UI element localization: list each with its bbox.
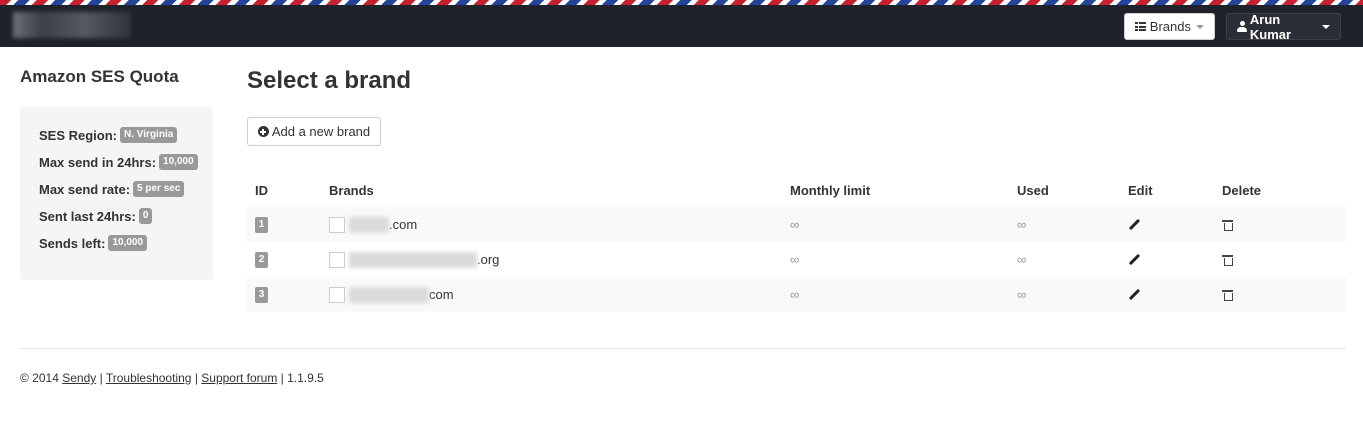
plus-circle-icon [257, 126, 269, 137]
user-menu-button[interactable]: Arun Kumar [1226, 11, 1341, 42]
quota-row-max-send: Max send in 24hrs: 10,000 [39, 154, 198, 170]
quota-row-sends-left: Sends left: 10,000 [39, 235, 148, 251]
brand-name-suffix: .com [389, 217, 418, 232]
sendy-link[interactable]: Sendy [62, 371, 96, 385]
quota-row-send-rate: Max send rate: 5 per sec [39, 181, 185, 197]
id-badge: 2 [255, 251, 268, 268]
quota-badge: N. Virginia [120, 127, 178, 143]
brand-name-suffix: .org [477, 252, 500, 267]
monthly-limit: ∞ [790, 217, 800, 232]
brands-table: ID Brands Monthly limit Used Edit Delete… [247, 175, 1346, 312]
quota-row-sent-last: Sent last 24hrs: 0 [39, 208, 153, 224]
header-used: Used [1017, 183, 1049, 198]
trash-icon[interactable] [1222, 289, 1233, 301]
quota-label: Max send in 24hrs: [39, 154, 157, 170]
airmail-stripe [0, 0, 1363, 5]
table-row: 3 com ∞ ∞ [247, 277, 1346, 312]
troubleshooting-link[interactable]: Troubleshooting [106, 371, 192, 385]
redacted-brand-name [349, 286, 429, 303]
brands-dropdown-label: Brands [1149, 19, 1191, 34]
brands-dropdown-button[interactable]: Brands [1124, 13, 1215, 40]
header-delete: Delete [1222, 183, 1262, 198]
logo[interactable] [13, 12, 131, 38]
caret-down-icon [1322, 24, 1330, 29]
id-badge: 1 [255, 216, 268, 233]
quota-label: Max send rate: [39, 181, 131, 197]
support-forum-link[interactable]: Support forum [201, 371, 277, 385]
quota-badge: 0 [138, 208, 153, 224]
quota-label: Sends left: [39, 235, 106, 251]
table-header: ID Brands Monthly limit Used Edit Delete [247, 175, 1346, 207]
table-row: 1 .com ∞ ∞ [247, 207, 1346, 242]
footer: © 2014 Sendy | Troubleshooting | Support… [20, 371, 324, 385]
page-title: Select a brand [247, 67, 412, 94]
caret-down-icon [1196, 24, 1204, 29]
header-brands: Brands [329, 183, 374, 198]
version-text: | 1.1.9.5 [280, 371, 324, 385]
used-count: ∞ [1017, 252, 1027, 267]
quota-label: Sent last 24hrs: [39, 208, 136, 224]
trash-icon[interactable] [1222, 254, 1233, 266]
add-brand-button[interactable]: Add a new brand [247, 117, 381, 146]
quota-badge: 10,000 [108, 235, 148, 251]
pencil-icon[interactable] [1128, 254, 1140, 266]
footer-divider [20, 348, 1346, 349]
copyright-text: © 2014 [20, 371, 59, 385]
redacted-brand-name [349, 251, 477, 268]
monthly-limit: ∞ [790, 252, 800, 267]
sidebar-title: Amazon SES Quota [20, 67, 179, 86]
quota-badge: 10,000 [159, 154, 198, 170]
user-name: Arun Kumar [1249, 11, 1292, 42]
add-brand-label: Add a new brand [271, 124, 371, 139]
header-edit: Edit [1128, 183, 1153, 198]
separator: | [194, 371, 198, 385]
used-count: ∞ [1017, 217, 1027, 232]
monthly-limit: ∞ [790, 287, 800, 302]
brand-link[interactable]: .org [329, 242, 499, 277]
table-row: 2 .org ∞ ∞ [247, 242, 1346, 277]
quota-label: SES Region: [39, 127, 118, 143]
ses-quota-panel: SES Region: N. Virginia Max send in 24hr… [20, 107, 213, 280]
brand-link[interactable]: com [329, 277, 454, 312]
quota-row-region: SES Region: N. Virginia [39, 127, 178, 143]
separator: | [99, 371, 103, 385]
trash-icon[interactable] [1222, 219, 1233, 231]
brand-logo-placeholder [329, 251, 345, 268]
used-count: ∞ [1017, 287, 1027, 302]
user-icon [1237, 21, 1247, 32]
brand-link[interactable]: .com [329, 207, 417, 242]
brand-name-suffix: com [429, 287, 454, 302]
top-navbar: Brands Arun Kumar [0, 0, 1363, 47]
pencil-icon[interactable] [1128, 289, 1140, 301]
brand-logo-placeholder [329, 286, 345, 303]
quota-badge: 5 per sec [133, 181, 185, 197]
list-icon [1135, 22, 1146, 31]
id-badge: 3 [255, 286, 268, 303]
pencil-icon[interactable] [1128, 219, 1140, 231]
brand-logo-placeholder [329, 216, 345, 233]
header-monthly-limit: Monthly limit [790, 183, 871, 198]
header-id: ID [255, 183, 268, 198]
redacted-brand-name [349, 216, 389, 233]
